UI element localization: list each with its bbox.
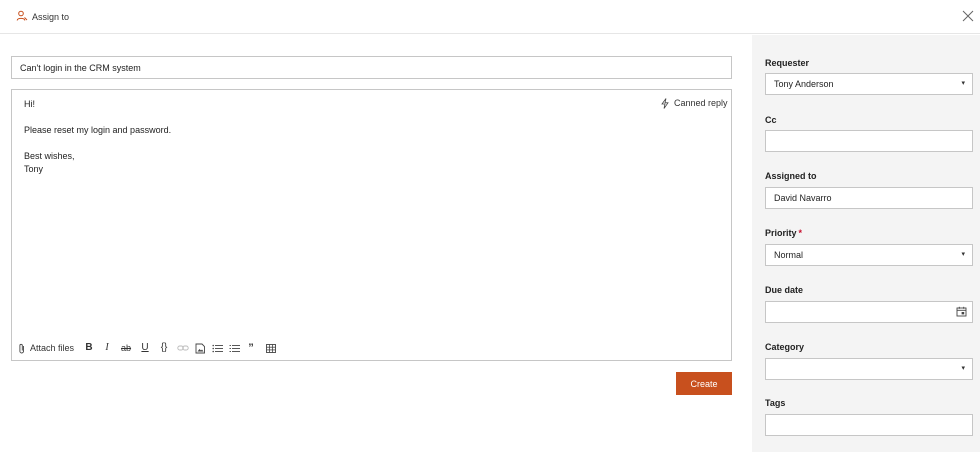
paperclip-icon — [19, 343, 24, 353]
requester-select[interactable]: Tony Anderson ▾ — [765, 73, 973, 95]
body-line: Tony — [24, 164, 44, 174]
create-button[interactable]: Create — [676, 372, 732, 395]
message-body[interactable]: Hi! Please reset my login and password. … — [24, 98, 624, 176]
link-icon — [177, 345, 189, 351]
close-icon[interactable] — [962, 10, 974, 22]
assign-user-icon — [16, 10, 28, 21]
priority-value: Normal — [774, 250, 804, 260]
message-editor[interactable]: Hi! Please reset my login and password. … — [11, 89, 732, 361]
body-line: Hi! — [24, 99, 35, 109]
insert-table-button[interactable] — [266, 340, 276, 356]
header-title[interactable]: Assign to — [32, 12, 69, 22]
tags-label: Tags — [765, 398, 786, 408]
assigned-to-input[interactable]: David Navarro — [765, 187, 973, 209]
attach-files-button[interactable]: Attach files — [18, 340, 74, 356]
chevron-down-icon: ▾ — [961, 365, 965, 372]
cc-input[interactable] — [765, 130, 973, 152]
chevron-down-icon: ▾ — [961, 80, 965, 87]
canned-reply-label: Canned reply — [674, 98, 728, 108]
numbered-list-button[interactable] — [229, 340, 241, 356]
link-button[interactable] — [177, 340, 189, 356]
lightning-icon — [661, 97, 669, 109]
subject-input[interactable] — [11, 56, 732, 79]
due-date-input[interactable] — [765, 301, 973, 323]
category-select[interactable]: ▾ — [765, 358, 973, 380]
category-label: Category — [765, 342, 805, 352]
attach-files-label: Attach files — [30, 343, 75, 353]
assigned-to-label: Assigned to — [765, 171, 817, 181]
tags-input[interactable] — [765, 414, 973, 436]
canned-reply-button[interactable]: Canned reply — [660, 96, 728, 110]
requester-value: Tony Anderson — [774, 79, 834, 89]
code-button[interactable]: {} — [157, 340, 171, 356]
calendar-icon[interactable] — [956, 306, 967, 317]
due-date-label: Due date — [765, 285, 804, 295]
editor-toolbar: Attach files B I ab U {} ” — [18, 340, 282, 356]
requester-label: Requester — [765, 58, 810, 68]
bold-button[interactable]: B — [83, 340, 95, 356]
body-line — [24, 137, 624, 150]
bullet-list-button[interactable] — [212, 340, 224, 356]
cc-label: Cc — [765, 115, 777, 125]
priority-select[interactable]: Normal ▾ — [765, 244, 973, 266]
table-icon — [266, 343, 276, 353]
priority-label: Priority * — [765, 228, 802, 238]
bullet-list-icon — [212, 344, 224, 352]
strikethrough-button[interactable]: ab — [119, 340, 133, 356]
insert-image-button[interactable] — [195, 340, 206, 356]
image-icon — [195, 343, 205, 353]
italic-button[interactable]: I — [101, 340, 113, 356]
assigned-to-value: David Navarro — [774, 193, 832, 203]
body-line: Please reset my login and password. — [24, 125, 172, 135]
body-line — [24, 111, 624, 124]
dialog-header: Assign to — [0, 0, 980, 34]
priority-label-text: Priority — [765, 228, 797, 238]
chevron-down-icon: ▾ — [961, 251, 965, 258]
body-line: Best wishes, — [24, 151, 75, 161]
numbered-list-icon — [229, 344, 241, 352]
required-mark: * — [798, 228, 803, 238]
blockquote-button[interactable]: ” — [246, 340, 256, 356]
underline-button[interactable]: U — [139, 340, 151, 356]
